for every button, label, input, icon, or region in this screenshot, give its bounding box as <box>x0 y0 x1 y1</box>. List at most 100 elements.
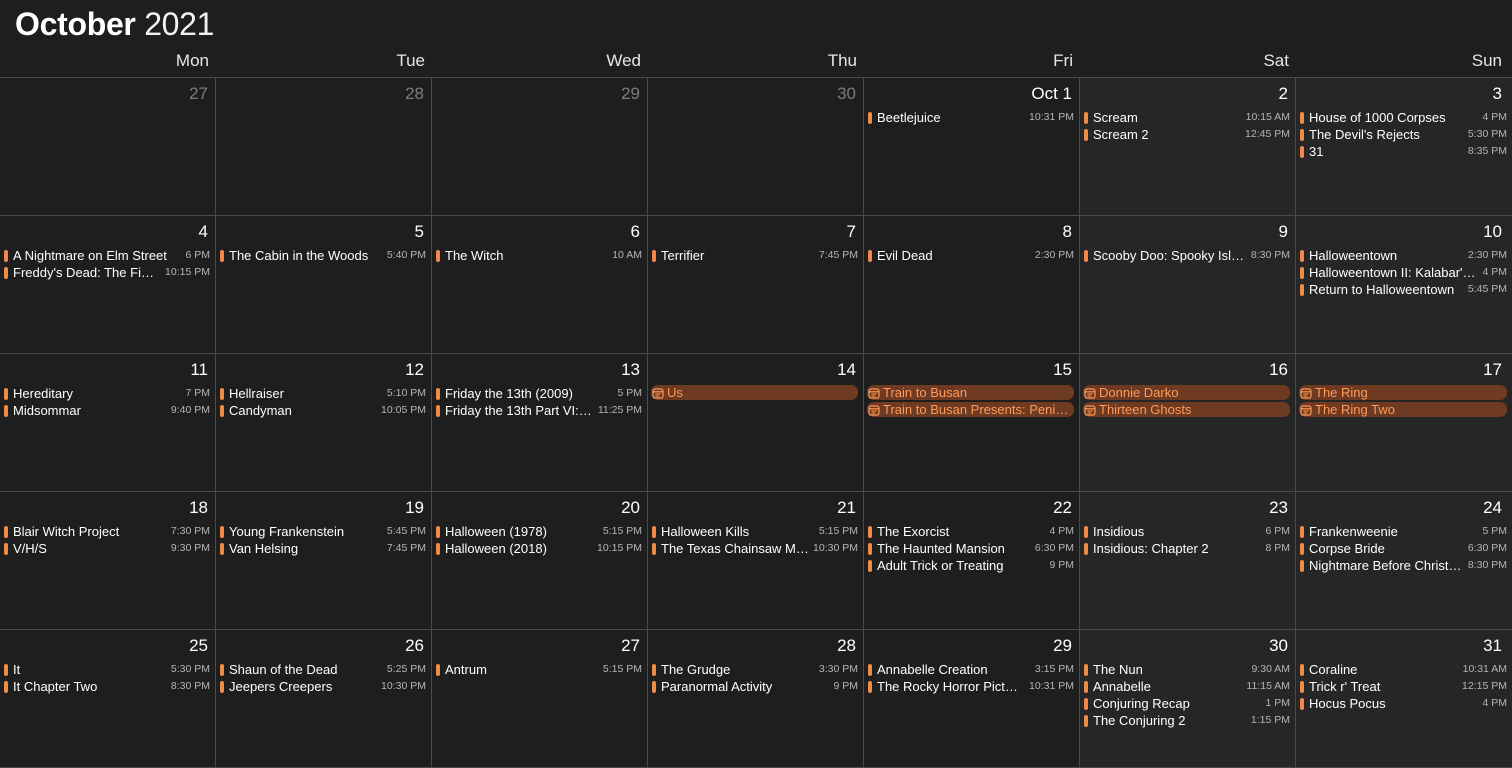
calendar-event[interactable]: Scooby Doo: Spooky Island 8:30 PM <box>1084 247 1290 264</box>
event-color-bar <box>220 542 224 555</box>
calendar-event[interactable]: The Devil's Rejects 5:30 PM <box>1300 126 1507 143</box>
calendar-event[interactable]: Friday the 13th (2009) 5 PM <box>436 385 642 402</box>
calendar-event[interactable]: Candyman 10:05 PM <box>220 402 426 419</box>
calendar-event[interactable]: Scream 10:15 AM <box>1084 109 1290 126</box>
day-cell[interactable]: 27 <box>0 78 216 216</box>
calendar-event[interactable]: A Nightmare on Elm Street 6 PM <box>4 247 210 264</box>
day-cell[interactable]: 21 Halloween Kills 5:15 PM The Texas Chains… <box>648 492 864 630</box>
calendar-event[interactable]: Insidious 6 PM <box>1084 523 1290 540</box>
calendar-event[interactable]: It Chapter Two 8:30 PM <box>4 678 210 695</box>
calendar-event[interactable]: Hellraiser 5:10 PM <box>220 385 426 402</box>
calendar-event[interactable]: Return to Halloweentown 5:45 PM <box>1300 281 1507 298</box>
day-cell[interactable]: 18 Blair Witch Project 7:30 PM V/H/S 9:30 PM <box>0 492 216 630</box>
day-cell[interactable]: 14 Us <box>648 354 864 492</box>
event-time: 5:25 PM <box>386 663 426 675</box>
day-cell[interactable]: 15 Train to Busan Train to Busan Presents:… <box>864 354 1080 492</box>
day-cell[interactable]: 24 Frankenweenie 5 PM Corpse Bride 6:30 PM Ni… <box>1296 492 1512 630</box>
calendar-event[interactable]: Freddy's Dead: The Final Nightmare 10:15 … <box>4 264 210 281</box>
day-cell[interactable]: 4 A Nightmare on Elm Street 6 PM Freddy's D… <box>0 216 216 354</box>
calendar-event[interactable]: House of 1000 Corpses 4 PM <box>1300 109 1507 126</box>
all-day-event[interactable]: Thirteen Ghosts <box>1083 402 1290 417</box>
event-color-bar <box>652 525 656 538</box>
day-cell[interactable]: 25 It 5:30 PM It Chapter Two 8:30 PM <box>0 630 216 768</box>
calendar-event[interactable]: Hocus Pocus 4 PM <box>1300 695 1507 712</box>
calendar-event[interactable]: Midsommar 9:40 PM <box>4 402 210 419</box>
day-cell[interactable]: 20 Halloween (1978) 5:15 PM Halloween (2018… <box>432 492 648 630</box>
calendar-event[interactable]: Van Helsing 7:45 PM <box>220 540 426 557</box>
calendar-event[interactable]: Young Frankenstein 5:45 PM <box>220 523 426 540</box>
calendar-event[interactable]: Adult Trick or Treating 9 PM <box>868 557 1074 574</box>
calendar-event[interactable]: Corpse Bride 6:30 PM <box>1300 540 1507 557</box>
calendar-event[interactable]: Terrifier 7:45 PM <box>652 247 858 264</box>
day-cell[interactable]: 5 The Cabin in the Woods 5:40 PM <box>216 216 432 354</box>
day-cell[interactable]: 28 The Grudge 3:30 PM Paranormal Activity 9 … <box>648 630 864 768</box>
calendar-event[interactable]: The Nun 9:30 AM <box>1084 661 1290 678</box>
calendar-event[interactable]: Halloween Kills 5:15 PM <box>652 523 858 540</box>
calendar-event[interactable]: Annabelle Creation 3:15 PM <box>868 661 1074 678</box>
calendar-event[interactable]: Halloween (1978) 5:15 PM <box>436 523 642 540</box>
calendar-event[interactable]: The Rocky Horror Picture Show 10:31 PM <box>868 678 1074 695</box>
calendar-event[interactable]: Paranormal Activity 9 PM <box>652 678 858 695</box>
all-day-event[interactable]: Us <box>651 385 858 400</box>
day-cell[interactable]: 17 The Ring The Ring Two <box>1296 354 1512 492</box>
calendar-event[interactable]: Jeepers Creepers 10:30 PM <box>220 678 426 695</box>
calendar-event[interactable]: Scream 2 12:45 PM <box>1084 126 1290 143</box>
calendar-event[interactable]: Evil Dead 2:30 PM <box>868 247 1074 264</box>
day-cell[interactable]: 27 Antrum 5:15 PM <box>432 630 648 768</box>
all-day-event[interactable]: Train to Busan <box>867 385 1074 400</box>
calendar-event[interactable]: Insidious: Chapter 2 8 PM <box>1084 540 1290 557</box>
calendar-event[interactable]: The Grudge 3:30 PM <box>652 661 858 678</box>
day-cell[interactable]: 11 Hereditary 7 PM Midsommar 9:40 PM <box>0 354 216 492</box>
day-cell[interactable]: 29 Annabelle Creation 3:15 PM The Rocky Hor… <box>864 630 1080 768</box>
calendar-event[interactable]: Trick r' Treat 12:15 PM <box>1300 678 1507 695</box>
day-cell[interactable]: 29 <box>432 78 648 216</box>
day-cell[interactable]: 3 House of 1000 Corpses 4 PM The Devil's Re… <box>1296 78 1512 216</box>
day-cell[interactable]: 28 <box>216 78 432 216</box>
day-cell[interactable]: 9 Scooby Doo: Spooky Island 8:30 PM <box>1080 216 1296 354</box>
day-cell[interactable]: 26 Shaun of the Dead 5:25 PM Jeepers Creepe… <box>216 630 432 768</box>
calendar-event[interactable]: Blair Witch Project 7:30 PM <box>4 523 210 540</box>
day-cell[interactable]: 12 Hellraiser 5:10 PM Candyman 10:05 PM <box>216 354 432 492</box>
calendar-event[interactable]: It 5:30 PM <box>4 661 210 678</box>
calendar-event[interactable]: The Witch 10 AM <box>436 247 642 264</box>
day-cell[interactable]: 7 Terrifier 7:45 PM <box>648 216 864 354</box>
calendar-event[interactable]: Halloweentown 2:30 PM <box>1300 247 1507 264</box>
day-cell[interactable]: Oct 1 Beetlejuice 10:31 PM <box>864 78 1080 216</box>
calendar-event[interactable]: The Exorcist 4 PM <box>868 523 1074 540</box>
day-cell[interactable]: 13 Friday the 13th (2009) 5 PM Friday the 1… <box>432 354 648 492</box>
day-cell[interactable]: 19 Young Frankenstein 5:45 PM Van Helsing 7:… <box>216 492 432 630</box>
calendar-event[interactable]: 31 8:35 PM <box>1300 143 1507 160</box>
day-cell[interactable]: 31 Coraline 10:31 AM Trick r' Treat 12:15 PM… <box>1296 630 1512 768</box>
calendar-event[interactable]: Nightmare Before Christmas 8:30 PM <box>1300 557 1507 574</box>
day-cell[interactable]: 23 Insidious 6 PM Insidious: Chapter 2 8 PM <box>1080 492 1296 630</box>
day-cell[interactable]: 2 Scream 10:15 AM Scream 2 12:45 PM <box>1080 78 1296 216</box>
calendar-event[interactable]: Coraline 10:31 AM <box>1300 661 1507 678</box>
calendar-event[interactable]: V/H/S 9:30 PM <box>4 540 210 557</box>
calendar-event[interactable]: The Cabin in the Woods 5:40 PM <box>220 247 426 264</box>
event-title: The Texas Chainsaw Massacre <box>661 541 810 556</box>
all-day-event[interactable]: Train to Busan Presents: Peninsula <box>867 402 1074 417</box>
calendar-event[interactable]: The Haunted Mansion 6:30 PM <box>868 540 1074 557</box>
all-day-event[interactable]: Donnie Darko <box>1083 385 1290 400</box>
calendar-event[interactable]: Halloweentown II: Kalabar's Revenge 4 PM <box>1300 264 1507 281</box>
day-cell[interactable]: 22 The Exorcist 4 PM The Haunted Mansion 6:3… <box>864 492 1080 630</box>
calendar-event[interactable]: Hereditary 7 PM <box>4 385 210 402</box>
day-cell[interactable]: 30 The Nun 9:30 AM Annabelle 11:15 AM Conjuri… <box>1080 630 1296 768</box>
day-cell[interactable]: 8 Evil Dead 2:30 PM <box>864 216 1080 354</box>
calendar-event[interactable]: Shaun of the Dead 5:25 PM <box>220 661 426 678</box>
day-cell[interactable]: 30 <box>648 78 864 216</box>
calendar-event[interactable]: The Conjuring 2 1:15 PM <box>1084 712 1290 729</box>
calendar-event[interactable]: The Texas Chainsaw Massacre10:30 PM <box>652 540 858 557</box>
calendar-event[interactable]: Halloween (2018) 10:15 PM <box>436 540 642 557</box>
day-cell[interactable]: 16 Donnie Darko Thirteen Ghosts <box>1080 354 1296 492</box>
day-cell[interactable]: 10 Halloweentown 2:30 PM Halloweentown II: … <box>1296 216 1512 354</box>
calendar-event[interactable]: Beetlejuice 10:31 PM <box>868 109 1074 126</box>
calendar-event[interactable]: Frankenweenie 5 PM <box>1300 523 1507 540</box>
day-cell[interactable]: 6 The Witch 10 AM <box>432 216 648 354</box>
all-day-event[interactable]: The Ring Two <box>1299 402 1507 417</box>
all-day-event[interactable]: The Ring <box>1299 385 1507 400</box>
calendar-event[interactable]: Antrum 5:15 PM <box>436 661 642 678</box>
calendar-event[interactable]: Conjuring Recap 1 PM <box>1084 695 1290 712</box>
calendar-event[interactable]: Friday the 13th Part VI: Jason Lives11:2… <box>436 402 642 419</box>
calendar-event[interactable]: Annabelle 11:15 AM <box>1084 678 1290 695</box>
